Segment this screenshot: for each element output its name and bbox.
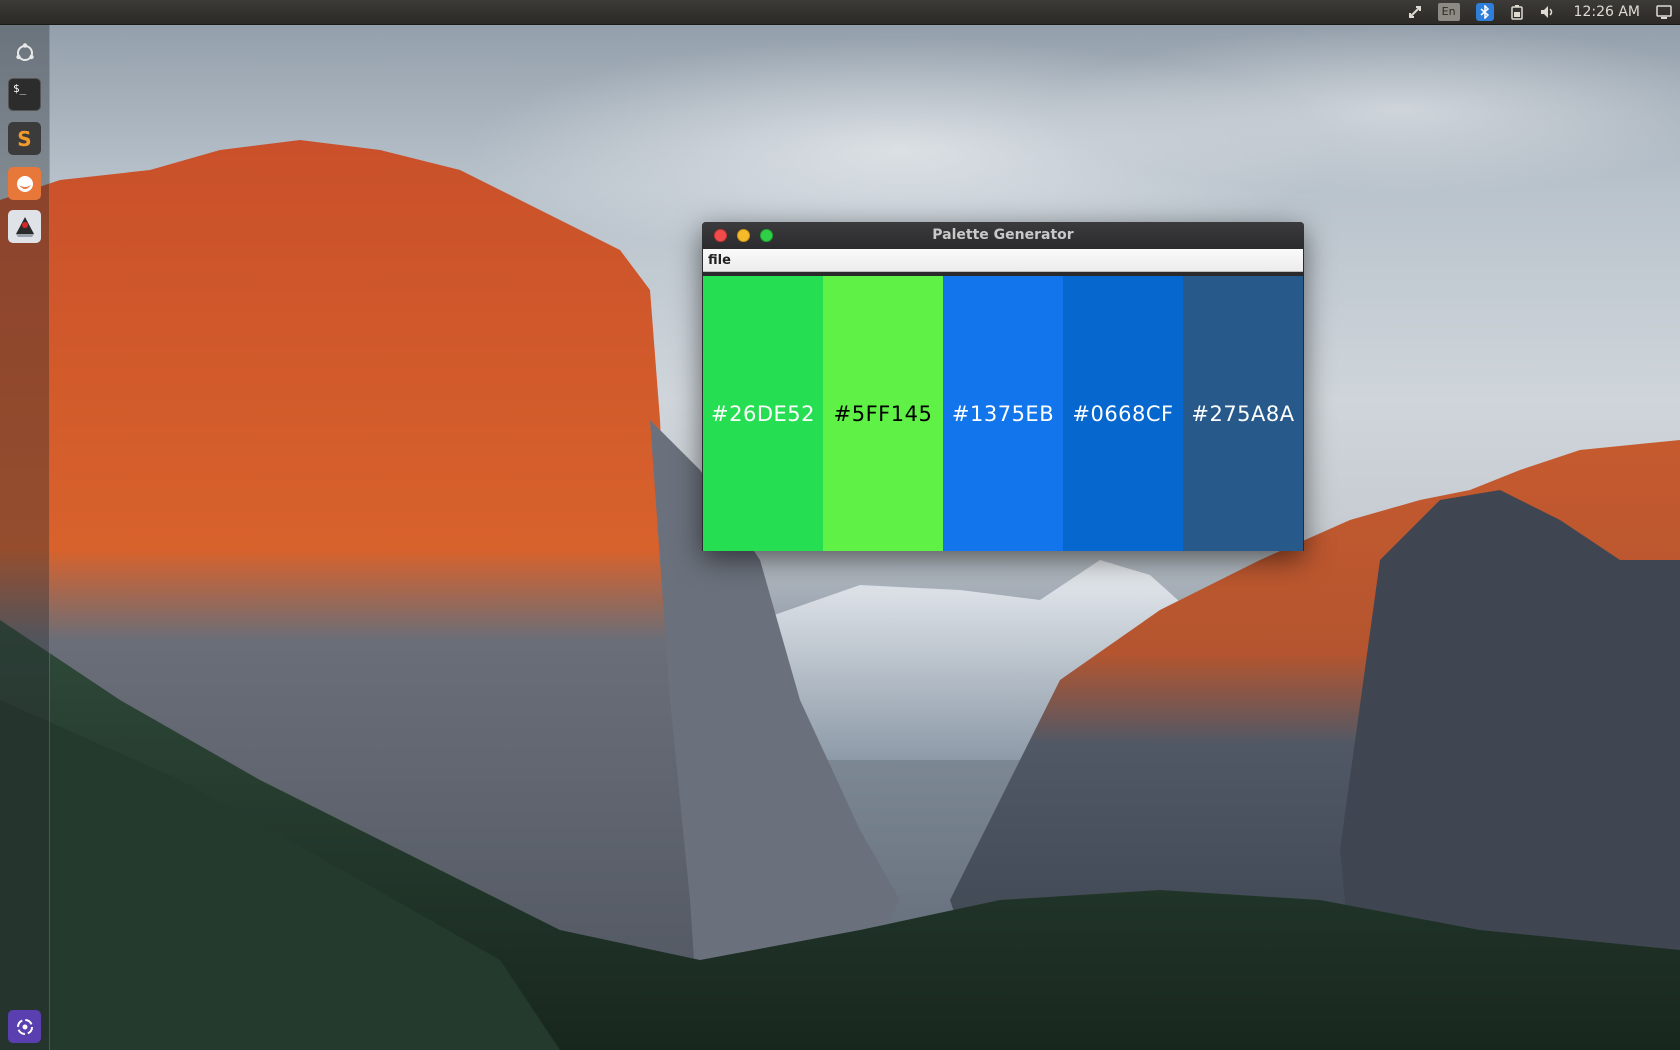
top-panel: En 12:26 AM	[0, 0, 1680, 25]
ubuntu-logo-icon[interactable]	[8, 36, 41, 69]
swatch-hex-code: #26DE52	[711, 401, 815, 426]
launcher: $_ S	[0, 25, 50, 1050]
swatch-hex-code: #275A8A	[1191, 401, 1295, 426]
palette-swatches: #26DE52 #5FF145 #1375EB #0668CF #275A8A	[703, 276, 1303, 551]
swatch-3[interactable]: #1375EB	[943, 276, 1063, 551]
trash-icon[interactable]	[8, 1010, 41, 1043]
system-tray: En 12:26 AM	[1400, 0, 1680, 24]
swatch-hex-code: #1375EB	[951, 401, 1055, 426]
swatch-2[interactable]: #5FF145	[823, 276, 943, 551]
window-title: Palette Generator	[932, 227, 1074, 243]
battery-icon[interactable]	[1502, 0, 1532, 24]
session-icon[interactable]	[1648, 0, 1680, 24]
window-titlebar[interactable]: Palette Generator	[702, 222, 1304, 249]
keyboard-layout-label: En	[1437, 3, 1460, 21]
keyboard-icon[interactable]: En	[1430, 0, 1468, 24]
volume-icon[interactable]	[1532, 0, 1564, 24]
desktop: En 12:26 AM $_ S Palette Generator file …	[0, 0, 1680, 1050]
swatch-1[interactable]: #26DE52	[703, 276, 823, 551]
swatch-5[interactable]: #275A8A	[1183, 276, 1303, 551]
java-duke-icon[interactable]	[8, 210, 41, 243]
sublime-text-icon[interactable]: S	[8, 122, 41, 155]
menubar: file	[703, 249, 1303, 272]
swatch-4[interactable]: #0668CF	[1063, 276, 1183, 551]
bluetooth-icon[interactable]	[1468, 0, 1502, 24]
swatch-hex-code: #0668CF	[1072, 401, 1174, 426]
clock[interactable]: 12:26 AM	[1564, 0, 1648, 24]
swatch-hex-code: #5FF145	[833, 401, 933, 426]
terminal-icon[interactable]: $_	[8, 78, 41, 111]
palette-generator-window: Palette Generator file #26DE52 #5FF145 #…	[702, 222, 1304, 551]
menu-file[interactable]: file	[703, 250, 736, 272]
firefox-icon[interactable]	[8, 167, 41, 200]
network-icon[interactable]	[1400, 0, 1430, 24]
